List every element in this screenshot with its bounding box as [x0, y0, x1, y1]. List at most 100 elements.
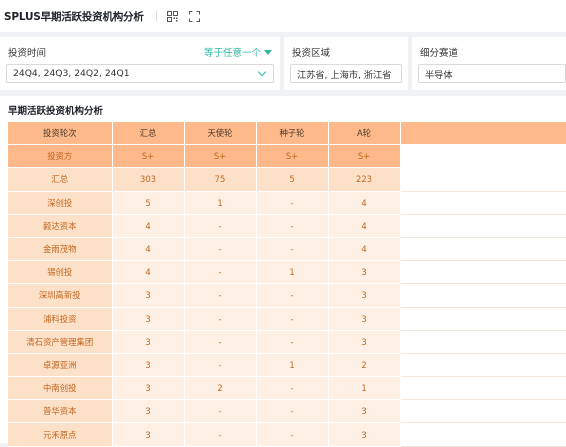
- filter-region: 投资区域 江苏省, 上海市, 浙江省: [284, 37, 408, 90]
- filter-region-label: 投资区域: [292, 48, 331, 59]
- chevron-down-icon: [257, 67, 267, 77]
- filter-track: 细分赛道 半导体: [412, 37, 566, 90]
- table-row: 浦科投资 3- -3: [8, 307, 566, 331]
- row-filler: [400, 214, 566, 238]
- investor-name: 毅达资本: [8, 214, 113, 238]
- qr-grid-icon[interactable]: [167, 10, 179, 22]
- row-filler: [400, 399, 566, 424]
- investor-name: 普华资本: [8, 399, 113, 424]
- header-filler: [400, 144, 566, 169]
- filter-region-select[interactable]: 江苏省, 上海市, 浙江省: [290, 64, 402, 83]
- table-cell: 1: [256, 353, 329, 378]
- table-row: 金雨茂物 4- -4: [8, 237, 566, 262]
- table-cell: 1: [184, 191, 257, 215]
- table-row: 普华资本 3- -3: [8, 399, 566, 424]
- column-header[interactable]: 汇总: [112, 122, 185, 146]
- table-cell: 3: [328, 330, 401, 354]
- table-cell: 3: [328, 399, 401, 424]
- table-cell: 4: [328, 237, 401, 262]
- table-cell: 3: [328, 307, 401, 331]
- filter-track-value: 半导体: [425, 69, 453, 81]
- table-cell: 3: [112, 399, 185, 424]
- total-value: 223: [328, 167, 401, 192]
- table-cell: 5: [112, 191, 185, 215]
- filter-time-operator-text: 等于任意一个: [203, 48, 261, 59]
- table-cell: -: [256, 191, 329, 215]
- row-filler: [400, 191, 566, 215]
- top-bar: SPLUS早期活跃投资机构分析: [0, 0, 566, 32]
- row-filler: [400, 330, 566, 354]
- table-cell: 4: [328, 191, 401, 215]
- table-cell: 1: [256, 260, 329, 285]
- investor-table: 投资轮次 汇总 天使轮 种子轮 A轮 投资方 S+ S+ S+ S+ 汇总 303 75 5 223 深创投 5…: [8, 122, 566, 447]
- row-filler: [400, 307, 566, 331]
- filter-time-label: 投资时间: [8, 48, 47, 59]
- table-row: 锡创投 4-1 3: [8, 260, 566, 285]
- row-filler: [400, 260, 566, 285]
- column-subheader[interactable]: S+: [256, 144, 329, 169]
- row-filler: [400, 376, 566, 401]
- table-cell: -: [256, 330, 329, 354]
- table-cell: 3: [112, 283, 185, 308]
- analysis-section: 早期活跃投资机构分析 投资轮次 汇总 天使轮 种子轮 A轮 投资方 S+ S+ S+ S+ 汇总 30…: [0, 96, 566, 447]
- column-header[interactable]: 天使轮: [184, 122, 257, 146]
- table-cell: -: [184, 307, 257, 331]
- table-cell: 4: [112, 260, 185, 285]
- table-row: 毅达资本 4- -4: [8, 214, 566, 238]
- table-cell: 3: [112, 353, 185, 378]
- filter-time-operator[interactable]: 等于任意一个: [204, 45, 272, 59]
- investor-name: 卓源亚洲: [8, 353, 113, 378]
- filter-region-value: 江苏省, 上海市, 浙江省: [297, 69, 392, 81]
- column-subheader[interactable]: 投资方: [8, 144, 113, 169]
- total-label: 汇总: [8, 167, 113, 192]
- table-row: 卓源亚洲 3-1 2: [8, 353, 566, 378]
- table-cell: 3: [328, 260, 401, 285]
- filter-time-select[interactable]: 24Q4, 24Q3, 24Q2, 24Q1: [6, 64, 274, 83]
- table-cell: 3: [112, 376, 185, 401]
- filter-time: 投资时间 等于任意一个 24Q4, 24Q3, 24Q2, 24Q1: [0, 37, 280, 90]
- investor-name: 深创投: [8, 191, 113, 215]
- row-filler: [400, 353, 566, 378]
- column-header[interactable]: A轮: [328, 122, 401, 146]
- table-cell: 4: [112, 237, 185, 262]
- table-cell: -: [184, 214, 257, 238]
- total-value: 75: [184, 167, 257, 192]
- total-row: 汇总 303 75 5 223: [8, 167, 566, 192]
- total-value: 5: [256, 167, 329, 192]
- investor-name: 浦科投资: [8, 307, 113, 331]
- page-title: SPLUS早期活跃投资机构分析: [4, 10, 144, 23]
- investor-name: 清石资产管理集团: [8, 330, 113, 354]
- column-header[interactable]: 种子轮: [256, 122, 329, 146]
- column-header[interactable]: 投资轮次: [8, 122, 113, 146]
- filter-track-select[interactable]: 半导体: [418, 64, 566, 83]
- investor-name: 中南创投: [8, 376, 113, 401]
- table-cell: -: [184, 399, 257, 424]
- table-cell: 4: [328, 214, 401, 238]
- table-cell: -: [184, 260, 257, 285]
- column-subheader[interactable]: S+: [112, 144, 185, 169]
- column-subheader[interactable]: S+: [328, 144, 401, 169]
- table-cell: -: [184, 330, 257, 354]
- table-cell: 3: [112, 330, 185, 354]
- investor-name: 锡创投: [8, 260, 113, 285]
- table-cell: 3: [328, 283, 401, 308]
- header-row-investor: 投资方 S+ S+ S+ S+: [8, 144, 566, 169]
- row-filler: [400, 283, 566, 308]
- table-cell: 2: [184, 376, 257, 401]
- table-cell: -: [256, 376, 329, 401]
- table-row: 深创投 5 1-4: [8, 191, 566, 215]
- table-row: 深圳高新投 3- -3: [8, 283, 566, 308]
- filter-bar: 投资时间 等于任意一个 24Q4, 24Q3, 24Q2, 24Q1 投资区域 …: [0, 37, 566, 92]
- column-subheader[interactable]: S+: [184, 144, 257, 169]
- table-cell: -: [256, 237, 329, 262]
- row-filler: [400, 167, 566, 192]
- header-row-round: 投资轮次 汇总 天使轮 种子轮 A轮: [8, 122, 566, 146]
- header-filler: [400, 122, 566, 146]
- table-cell: -: [256, 399, 329, 424]
- fullscreen-icon[interactable]: [189, 10, 201, 22]
- table-cell: -: [184, 237, 257, 262]
- table-cell: -: [184, 283, 257, 308]
- filter-time-value: 24Q4, 24Q3, 24Q2, 24Q1: [13, 68, 130, 79]
- filter-track-label: 细分赛道: [420, 48, 459, 59]
- table-cell: -: [256, 283, 329, 308]
